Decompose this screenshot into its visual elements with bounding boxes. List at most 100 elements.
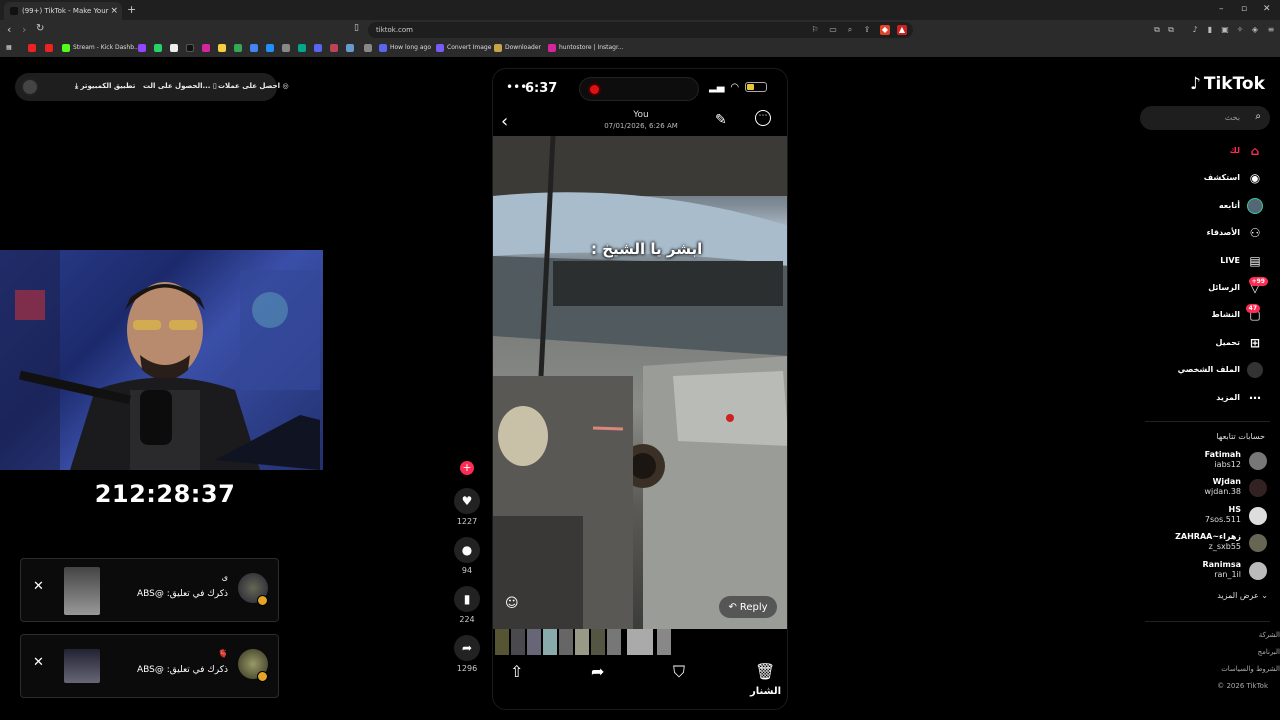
close-icon[interactable]: ✕ xyxy=(33,655,44,670)
like-action[interactable]: ♥ 1227 xyxy=(450,488,484,526)
desktop-app-link[interactable]: ⤓ تطبيق الكمبيوتر xyxy=(75,82,135,91)
wallet-icon[interactable]: ▣ xyxy=(1220,25,1230,35)
leo-icon[interactable]: ✧ xyxy=(1235,25,1245,35)
sidebar-item-activity[interactable]: النشاط ▢ 47 xyxy=(1140,304,1270,325)
maximize-icon[interactable]: ▫ xyxy=(1241,4,1247,14)
video-caption: ابشر يا الشيخ : xyxy=(591,240,703,258)
sidebar-item-explore[interactable]: استكشف ◉ xyxy=(1140,168,1270,188)
sidebar-item-friends[interactable]: الأصدقاء ⚇ xyxy=(1140,223,1270,243)
following-account[interactable]: HS 7sos.511 xyxy=(1140,505,1270,529)
forward-icon[interactable]: › xyxy=(22,23,26,36)
footer-link-company[interactable]: الشركة xyxy=(1259,631,1280,639)
comment-action[interactable]: ● 94 xyxy=(450,537,484,575)
following-account[interactable]: ZAHRAA~زهراء z_sxb55 xyxy=(1140,532,1270,556)
tab-tiktok[interactable]: (99+) TikTok - Make Your Day × xyxy=(4,2,122,20)
heart-icon[interactable]: ♥ xyxy=(454,488,480,514)
bookmark-icon[interactable] xyxy=(346,43,354,52)
brave-shield-icon[interactable]: ◆ xyxy=(880,25,890,35)
kick-icon xyxy=(62,43,70,52)
bookmark-icon[interactable] xyxy=(234,43,242,52)
minimize-icon[interactable]: – xyxy=(1219,4,1224,14)
sidebar-item-live[interactable]: LIVE ▤ xyxy=(1140,251,1270,271)
zoom-icon[interactable]: ⌕ xyxy=(845,25,855,35)
bookmark-icon[interactable] xyxy=(282,43,290,52)
bookmark-convert-image[interactable]: Convert Image xyxy=(436,42,491,53)
photo-thumbnail xyxy=(511,629,525,655)
cast-icon[interactable]: ▭ xyxy=(828,25,838,35)
mention-notification[interactable]: ✕ 🫀 ذكرك في تعليق: @ABS xyxy=(20,634,279,698)
new-tab-button[interactable]: + xyxy=(127,3,136,16)
sidebar-item-for-you[interactable]: لك ⌂ xyxy=(1140,141,1270,161)
reload-icon[interactable]: ↻ xyxy=(36,23,44,34)
following-account[interactable]: Wjdan wjdan.38 xyxy=(1140,477,1270,501)
following-account[interactable]: Ranimsa ran_1il xyxy=(1140,560,1270,584)
bookmark-icon[interactable] xyxy=(45,43,53,52)
sidebar-item-messages[interactable]: الرسائل ▽ +99 xyxy=(1140,277,1270,298)
sidebar-item-following[interactable]: أتابعه xyxy=(1140,196,1270,216)
get-coins-link[interactable]: احصل على عملات ◎ xyxy=(218,82,289,90)
vpn-icon[interactable]: ◈ xyxy=(1250,25,1260,35)
close-window-icon[interactable]: ✕ xyxy=(1263,4,1271,14)
twitch-icon[interactable] xyxy=(138,43,146,52)
bookmark-icon[interactable] xyxy=(266,43,274,52)
x-icon[interactable] xyxy=(170,43,178,52)
video-player[interactable]: ••• 6:37 ▂▄ ◠ ‹ You 07/01/2026, 6:26 AM … xyxy=(492,68,788,710)
avatar xyxy=(1249,452,1267,470)
avatar[interactable] xyxy=(21,78,39,96)
bookmark-how-long-ago[interactable]: How long ago xyxy=(379,42,431,53)
footer-link-program[interactable]: البرنامج xyxy=(1258,648,1280,656)
translate-icon[interactable]: ⚐ xyxy=(810,25,820,35)
extension-icon[interactable]: ⧉ xyxy=(1152,25,1162,35)
video-thumbnail[interactable] xyxy=(64,567,100,615)
brave-rewards-icon[interactable]: ▲ xyxy=(897,25,907,35)
bookmark-page-icon[interactable]: ▯ xyxy=(354,23,359,33)
search-input[interactable]: بحث ⌕ xyxy=(1140,106,1270,130)
mention-notification[interactable]: ✕ ى ذكرك في تعليق: @ABS xyxy=(20,558,279,622)
share-icon[interactable]: ➦ xyxy=(454,635,480,661)
footer-link-terms[interactable]: الشروط والسياسات xyxy=(1221,665,1280,673)
tiktok-logo[interactable]: ♪ TikTok xyxy=(1190,74,1265,94)
share-page-icon[interactable]: ⇪ xyxy=(862,25,872,35)
sidebar-item-upload[interactable]: تحميل ⊞ xyxy=(1140,333,1270,353)
comment-icon[interactable]: ● xyxy=(454,537,480,563)
bookmark-huntostore[interactable]: huntostore | Instagr... xyxy=(548,42,624,53)
menu-icon[interactable]: ≡ xyxy=(1266,25,1276,35)
get-app-link[interactable]: الحصول على الت... ▯ xyxy=(143,82,217,90)
back-icon[interactable]: ‹ xyxy=(7,23,11,36)
bookmark-icon[interactable]: ▮ xyxy=(454,586,480,612)
whatsapp-icon[interactable] xyxy=(154,43,162,52)
system-icons: ▂▄ ◠ xyxy=(709,82,768,93)
extension-icon[interactable]: ⧉ xyxy=(1166,25,1176,35)
instagram-icon[interactable] xyxy=(202,43,210,52)
bookmark-icon[interactable] xyxy=(218,43,226,52)
sidebar-toggle-icon[interactable]: ▮ xyxy=(1205,25,1215,35)
sidebar-item-more[interactable]: المزيد ⋯ xyxy=(1140,388,1270,408)
search-icon[interactable]: ⌕ xyxy=(1255,111,1261,122)
bookmark-icon[interactable] xyxy=(250,43,258,52)
chevron-down-icon: ⌄ xyxy=(1261,591,1268,600)
video-thumbnail[interactable] xyxy=(64,649,100,683)
activity-badge: 47 xyxy=(1245,304,1260,313)
upload-icon: ⊞ xyxy=(1249,336,1261,350)
apps-icon[interactable]: ▦ xyxy=(6,42,12,53)
tab-close-icon[interactable]: × xyxy=(110,6,118,16)
save-action[interactable]: ▮ 224 xyxy=(450,586,484,624)
bookmark-icon[interactable] xyxy=(298,43,306,52)
bookmark-icon[interactable] xyxy=(330,43,338,52)
see-more-button[interactable]: عرض المزيد ⌄ xyxy=(1217,591,1268,600)
bookmark-kick[interactable]: Stream - Kick Dashb... xyxy=(62,42,140,53)
follow-plus-button[interactable]: + xyxy=(460,461,474,475)
bookmark-icon[interactable] xyxy=(314,43,322,52)
bookmark-downloader[interactable]: Downloader xyxy=(494,42,541,53)
sidebar-item-profile[interactable]: الملف الشخصي xyxy=(1140,360,1270,380)
bookmark-icon[interactable] xyxy=(364,43,372,52)
footer-copyright: © 2026 TikTok xyxy=(1217,682,1268,690)
media-icon[interactable]: ♪ xyxy=(1190,25,1200,35)
tiktok-icon[interactable] xyxy=(186,43,194,52)
following-account[interactable]: Fatimah iabs12 xyxy=(1140,450,1270,474)
youtube-icon[interactable] xyxy=(28,43,36,52)
signal-icon: ▂▄ xyxy=(709,82,725,93)
close-icon[interactable]: ✕ xyxy=(33,579,44,594)
share-action[interactable]: ➦ 1296 xyxy=(450,635,484,673)
bookmarks-bar: ▦ Stream - Kick Dashb... How long ago Co… xyxy=(0,40,1280,56)
